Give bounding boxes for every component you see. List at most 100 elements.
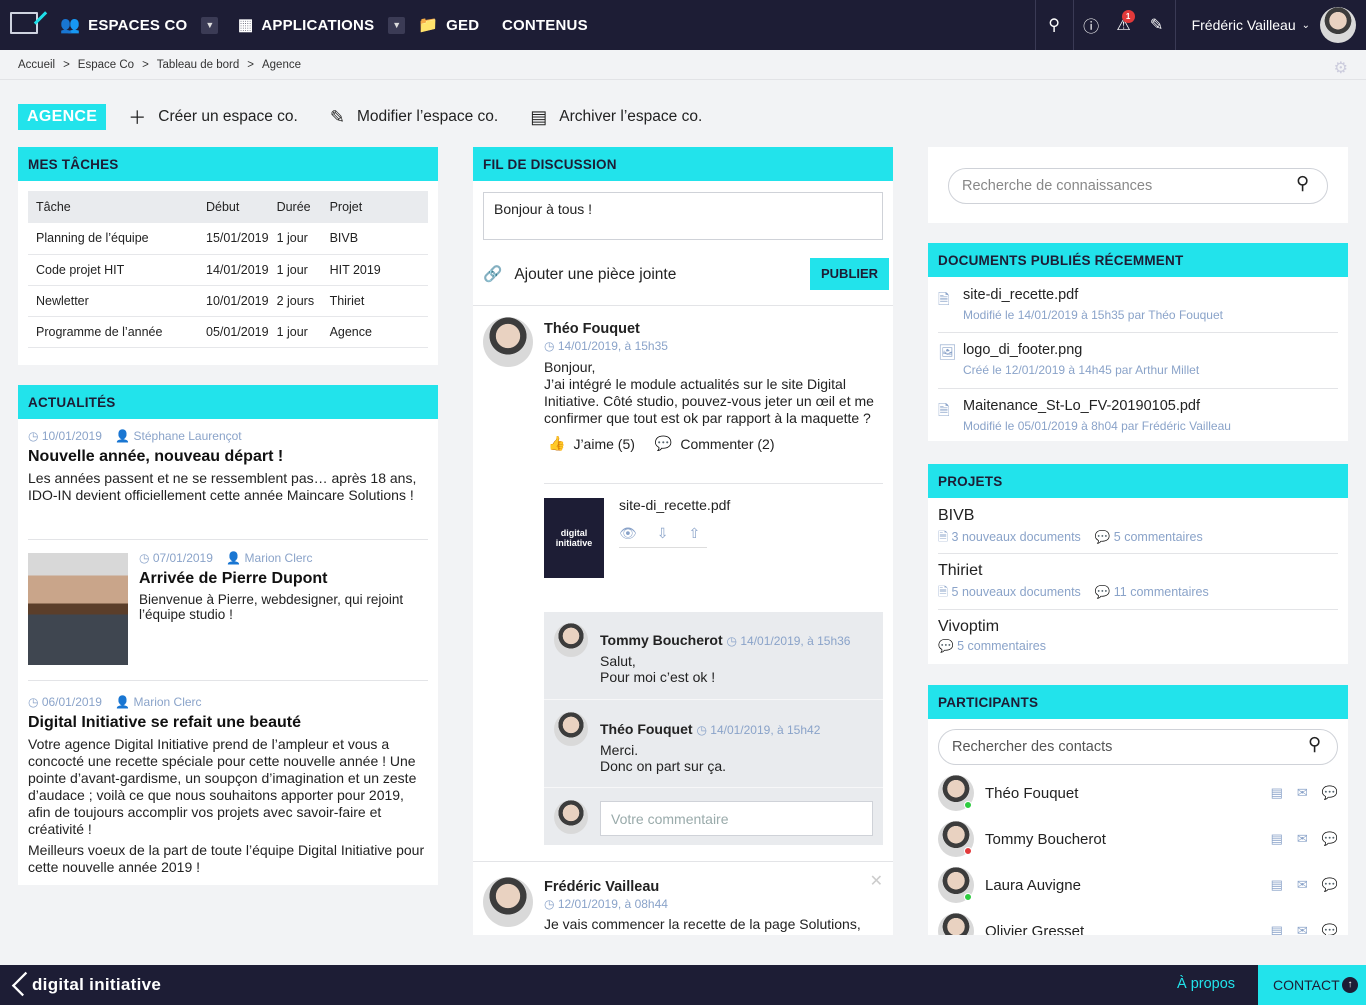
video-icon[interactable]: ▤ bbox=[1271, 785, 1283, 801]
mail-icon[interactable]: ✉ bbox=[1297, 877, 1308, 893]
news-item[interactable]: ◷ 06/01/2019 👤 Marion Clerc Digital Init… bbox=[28, 695, 428, 876]
pencil-icon[interactable]: ✎ bbox=[1139, 0, 1175, 50]
breadcrumb-link-tableau[interactable]: Tableau de bord bbox=[157, 59, 239, 71]
chat-icon[interactable]: 💬 bbox=[1322, 923, 1338, 935]
participant-row[interactable]: Olivier Gresset ▤ ✉ 💬 bbox=[938, 911, 1338, 935]
download-icon[interactable]: ⇩ bbox=[657, 525, 669, 542]
mail-icon[interactable]: ✉ bbox=[1297, 831, 1308, 847]
chevron-down-icon[interactable]: ▼ bbox=[201, 16, 219, 34]
doc-item[interactable]: 🖼 logo_di_footer.png Créé le 12/01/2019 … bbox=[938, 342, 1338, 377]
column-header: Durée bbox=[268, 191, 322, 223]
chat-icon[interactable]: 💬 bbox=[1322, 877, 1338, 893]
doc-name: logo_di_footer.png bbox=[963, 342, 1083, 358]
nav-label: ESPACES CO bbox=[88, 16, 188, 34]
news-title[interactable]: Nouvelle année, nouveau départ ! bbox=[28, 448, 428, 466]
chevron-down-icon[interactable]: ▼ bbox=[388, 16, 406, 34]
clock-icon: ◷ bbox=[28, 695, 39, 709]
user-menu[interactable]: Frédéric Vailleau ⌄ bbox=[1174, 0, 1366, 50]
doc-item[interactable]: 🗎 site-di_recette.pdf Modifié le 14/01/2… bbox=[938, 287, 1338, 322]
comment-button[interactable]: 💬 Commenter (2) bbox=[655, 435, 775, 452]
eye-icon[interactable]: 👁 bbox=[619, 525, 637, 542]
search-icon[interactable]: ⚲ bbox=[1296, 173, 1309, 194]
upload-icon[interactable]: ⇧ bbox=[689, 525, 701, 542]
app-logo-icon[interactable] bbox=[10, 12, 38, 34]
table-row[interactable]: Code projet HIT 14/01/2019 1 jour HIT 2019 bbox=[28, 254, 428, 286]
news-item[interactable]: ◷ 10/01/2019 👤 Stéphane Laurençot Nouvel… bbox=[28, 429, 428, 504]
avatar bbox=[554, 712, 588, 746]
project-item[interactable]: Thiriet 🗎 5 nouveaux documents 💬 11 comm… bbox=[938, 562, 1338, 604]
file-doc-icon: 🗎 bbox=[938, 292, 950, 308]
video-icon[interactable]: ▤ bbox=[1271, 831, 1283, 847]
knowledge-search-input[interactable]: Recherche de connaissances bbox=[948, 168, 1328, 204]
divider bbox=[938, 332, 1338, 333]
avatar bbox=[1320, 7, 1356, 43]
mail-icon[interactable]: ✉ bbox=[1297, 923, 1308, 935]
search-icon[interactable]: ⚲ bbox=[1308, 734, 1321, 755]
breadcrumb-link-espace-co[interactable]: Espace Co bbox=[78, 59, 134, 71]
alert-icon[interactable]: ⚠ 1 bbox=[1109, 0, 1139, 50]
participant-row[interactable]: Théo Fouquet ▤ ✉ 💬 bbox=[938, 773, 1338, 813]
avatar bbox=[938, 913, 974, 935]
info-icon[interactable]: ⓘ bbox=[1072, 0, 1109, 50]
doc-meta: Créé le 12/01/2019 à 14h45 par Arthur Mi… bbox=[963, 363, 1200, 377]
news-title[interactable]: Arrivée de Pierre Dupont bbox=[139, 570, 429, 588]
comment-input[interactable]: Votre commentaire bbox=[600, 801, 873, 836]
doc-name: site-di_recette.pdf bbox=[963, 287, 1079, 303]
nav-label: APPLICATIONS bbox=[261, 16, 375, 34]
about-link[interactable]: À propos bbox=[1177, 976, 1235, 992]
post-author[interactable]: Frédéric Vailleau bbox=[544, 879, 884, 895]
nav-espaces-co[interactable]: 👥 ESPACES CO ▼ bbox=[60, 0, 219, 50]
chat-icon[interactable]: 💬 bbox=[1322, 785, 1338, 801]
contacts-search-input[interactable]: Rechercher des contacts bbox=[938, 729, 1338, 765]
mail-icon[interactable]: ✉ bbox=[1297, 785, 1308, 801]
table-row[interactable]: Programme de l’année 05/01/2019 1 jour Agen… bbox=[28, 316, 428, 348]
news-title[interactable]: Digital Initiative se refait une beauté bbox=[28, 714, 428, 732]
post-input[interactable]: Bonjour à tous ! bbox=[483, 192, 883, 240]
reply-author[interactable]: Théo Fouquet bbox=[600, 721, 693, 737]
file-name[interactable]: site-di_recette.pdf bbox=[619, 497, 730, 513]
nav-contenus[interactable]: CONTENUS bbox=[502, 0, 588, 50]
news-date: 06/01/2019 bbox=[41, 695, 102, 709]
publish-button[interactable]: PUBLIER bbox=[810, 258, 890, 290]
nav-applications[interactable]: ▦ APPLICATIONS ▼ bbox=[238, 0, 406, 50]
table-row[interactable]: Newletter 10/01/2019 2 jours Thiriet bbox=[28, 285, 428, 317]
project-item[interactable]: BIVB 🗎 3 nouveaux documents 💬 5 commenta… bbox=[938, 507, 1338, 549]
search-icon[interactable]: ⚲ bbox=[1034, 0, 1073, 50]
users-icon: 👥 bbox=[60, 17, 81, 34]
participant-name: Théo Fouquet bbox=[985, 784, 1079, 802]
contact-button[interactable]: CONTACT ↑ bbox=[1258, 965, 1366, 1005]
create-space-button[interactable]: ＋ Créer un espace co. bbox=[128, 104, 298, 130]
breadcrumb-link-accueil[interactable]: Accueil bbox=[18, 59, 55, 71]
video-icon[interactable]: ▤ bbox=[1271, 923, 1283, 935]
video-icon[interactable]: ▤ bbox=[1271, 877, 1283, 893]
post-author[interactable]: Théo Fouquet bbox=[544, 321, 884, 337]
clock-icon: ◷ bbox=[696, 723, 707, 737]
attach-button[interactable]: 🔗 Ajouter une pièce jointe bbox=[483, 265, 676, 284]
top-navbar: 👥 ESPACES CO ▼ ▦ APPLICATIONS ▼ 📁 GED CO… bbox=[0, 0, 1366, 50]
panel-title: PARTICIPANTS bbox=[928, 685, 1348, 719]
doc-meta: Modifié le 14/01/2019 à 15h35 par Théo F… bbox=[963, 308, 1223, 322]
edit-space-button[interactable]: ✎ Modifier l’espace co. bbox=[330, 107, 498, 128]
reply-author[interactable]: Tommy Boucherot bbox=[600, 632, 723, 648]
cell: HIT 2019 bbox=[321, 254, 428, 286]
participant-row[interactable]: Tommy Boucherot ▤ ✉ 💬 bbox=[938, 819, 1338, 859]
news-text: Bienvenue à Pierre, webdesigner, qui rej… bbox=[139, 592, 404, 622]
footer-brand[interactable]: digital initiative bbox=[32, 975, 161, 995]
participant-row[interactable]: Laura Auvigne ▤ ✉ 💬 bbox=[938, 865, 1338, 905]
like-button[interactable]: 👍 J’aime (5) bbox=[544, 435, 635, 452]
reply: Tommy Boucherot ◷ 14/01/2019, à 15h36 Sa… bbox=[600, 632, 880, 685]
chevron-down-icon: ⌄ bbox=[1301, 19, 1310, 31]
nav-ged[interactable]: 📁 GED bbox=[418, 0, 479, 50]
plus-icon: ＋ bbox=[128, 108, 147, 128]
project-item[interactable]: Vivoptim 💬 5 commentaires bbox=[938, 618, 1338, 654]
archive-space-button[interactable]: ▤ Archiver l’espace co. bbox=[530, 107, 702, 128]
table-row[interactable]: Planning de l’équipe 15/01/2019 1 jour BIVB bbox=[28, 223, 428, 255]
file-thumbnail[interactable]: digital initiative bbox=[544, 498, 604, 578]
news-item[interactable]: ◷ 07/01/2019 👤 Marion Clerc Arrivée de P… bbox=[139, 551, 429, 622]
gear-icon[interactable]: ⚙ bbox=[1334, 58, 1348, 78]
doc-item[interactable]: 🗎 Maitenance_St-Lo_FV-20190105.pdf Modif… bbox=[938, 398, 1338, 433]
chat-icon[interactable]: 💬 bbox=[1322, 831, 1338, 847]
cell: 2 jours bbox=[268, 285, 322, 317]
projects-panel: PROJETS BIVB 🗎 3 nouveaux documents 💬 5 … bbox=[928, 464, 1348, 664]
clock-icon: ◷ bbox=[544, 897, 555, 911]
